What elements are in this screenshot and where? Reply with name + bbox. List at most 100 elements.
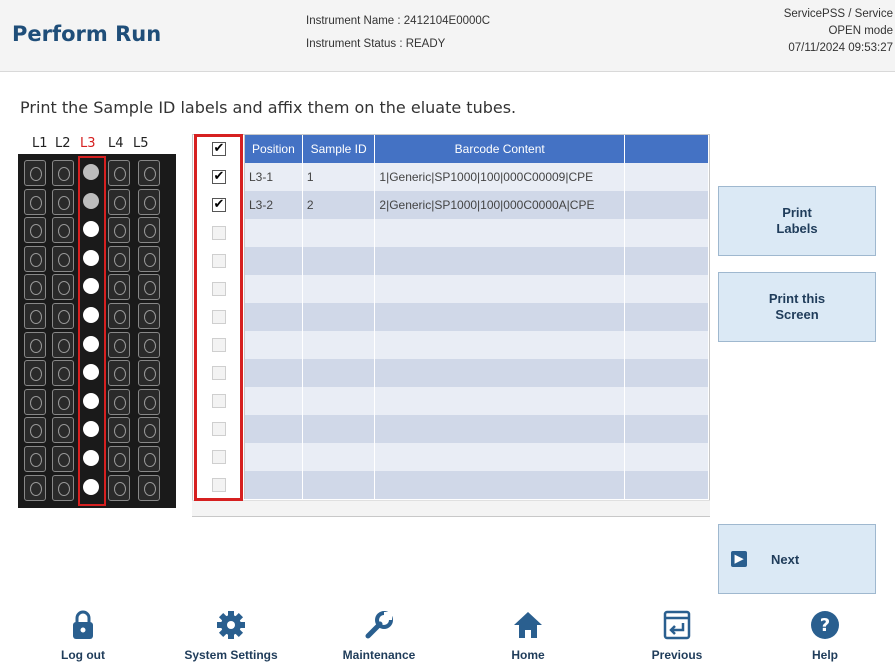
table-cell-extra xyxy=(624,331,709,359)
mode-label: OPEN mode xyxy=(828,25,893,37)
table-cell-extra xyxy=(624,471,709,499)
table-body: L3-111|Generic|SP1000|100|000C00009|CPEL… xyxy=(193,163,709,499)
table-cell-barcode xyxy=(374,387,626,415)
instruction-text: Print the Sample ID labels and affix the… xyxy=(20,98,517,117)
print-labels-button[interactable]: Print Labels xyxy=(718,186,876,256)
table-cell-position xyxy=(244,471,303,499)
user-label: ServicePSS / Service xyxy=(783,8,893,20)
instrument-status: Instrument Status : READY xyxy=(306,38,446,50)
horizontal-scrollbar[interactable] xyxy=(192,500,710,516)
rack-slot xyxy=(108,188,130,215)
rack-slot xyxy=(24,245,46,272)
table-cell-barcode: 2|Generic|SP1000|100|000C0000A|CPE xyxy=(374,191,626,219)
table-cell-barcode xyxy=(374,275,626,303)
table-cell-sample-id: 1 xyxy=(302,163,376,191)
table-cell-barcode xyxy=(374,303,626,331)
table-row[interactable] xyxy=(193,387,709,415)
rack-slot xyxy=(24,446,46,472)
lane-label-l4: L4 xyxy=(108,136,124,151)
bottom-toolbar: Log out System Settings Maintenance Home… xyxy=(0,602,895,664)
table-cell-extra xyxy=(624,191,709,219)
gear-icon xyxy=(166,608,296,642)
rack-lane xyxy=(108,158,130,504)
table-cell-sample-id xyxy=(302,219,376,247)
instrument-name: Instrument Name : 2412104E0000C xyxy=(306,15,491,27)
home-icon xyxy=(463,608,593,642)
logout-label: Log out xyxy=(61,648,105,662)
table-cell-extra xyxy=(624,359,709,387)
table-row[interactable] xyxy=(193,471,709,499)
table-cell-extra xyxy=(624,387,709,415)
column-header-sample-id: Sample ID xyxy=(302,135,376,163)
table-cell-position xyxy=(244,247,303,275)
rack-slot xyxy=(108,303,130,329)
rack-slot xyxy=(24,188,46,215)
session-info: ServicePSS / Service OPEN mode 07/11/202… xyxy=(784,6,893,57)
table-cell-extra xyxy=(624,275,709,303)
table-cell-position xyxy=(244,415,303,443)
print-screen-button[interactable]: Print this Screen xyxy=(718,272,876,342)
rack-lane xyxy=(52,158,74,504)
table-cell-extra xyxy=(624,303,709,331)
rack-slot xyxy=(108,446,130,472)
table-cell-sample-id xyxy=(302,303,376,331)
rack-slot xyxy=(24,274,46,301)
rack-slot xyxy=(138,360,160,387)
home-label: Home xyxy=(511,648,545,662)
rack-slot xyxy=(24,360,46,387)
table-cell-barcode xyxy=(374,415,626,443)
logout-button[interactable]: Log out xyxy=(18,608,148,662)
rack-slot xyxy=(52,274,74,301)
system-settings-button[interactable]: System Settings xyxy=(166,608,296,662)
home-button[interactable]: Home xyxy=(463,608,593,662)
table-row[interactable] xyxy=(193,359,709,387)
rack-slot xyxy=(108,160,130,186)
maintenance-button[interactable]: Maintenance xyxy=(314,608,444,662)
lane-label-l5: L5 xyxy=(133,136,149,151)
table-cell-sample-id xyxy=(302,359,376,387)
rack-slot xyxy=(138,474,160,501)
table-row[interactable]: L3-222|Generic|SP1000|100|000C0000A|CPE xyxy=(193,191,709,219)
rack-slot xyxy=(108,417,130,444)
table-row[interactable] xyxy=(193,219,709,247)
rack-slot xyxy=(24,217,46,244)
table-cell-barcode: 1|Generic|SP1000|100|000C00009|CPE xyxy=(374,163,626,191)
next-button[interactable]: ▶ Next xyxy=(718,524,876,594)
table-row[interactable] xyxy=(193,303,709,331)
lane-label-l3: L3 xyxy=(80,136,96,151)
table-row[interactable] xyxy=(193,443,709,471)
table-cell-extra xyxy=(624,163,709,191)
table-cell-position: L3-2 xyxy=(244,191,303,219)
table-cell-sample-id xyxy=(302,471,376,499)
table-cell-position xyxy=(244,387,303,415)
table-row[interactable] xyxy=(193,275,709,303)
table-row[interactable] xyxy=(193,415,709,443)
table-cell-sample-id xyxy=(302,387,376,415)
rack-slot xyxy=(52,160,74,186)
rack-slot xyxy=(24,474,46,501)
table-cell-barcode xyxy=(374,247,626,275)
rack-slot xyxy=(52,303,74,329)
rack-slot xyxy=(52,217,74,244)
table-row[interactable]: L3-111|Generic|SP1000|100|000C00009|CPE xyxy=(193,163,709,191)
rack-slot xyxy=(138,417,160,444)
rack-slot xyxy=(108,274,130,301)
previous-icon xyxy=(612,608,742,642)
table-cell-position xyxy=(244,219,303,247)
table-row[interactable] xyxy=(193,247,709,275)
table-cell-position xyxy=(244,443,303,471)
rack-slot xyxy=(24,388,46,415)
previous-button[interactable]: Previous xyxy=(612,608,742,662)
system-settings-label: System Settings xyxy=(184,648,278,662)
table-cell-sample-id xyxy=(302,275,376,303)
rack-slot xyxy=(52,474,74,501)
help-label: Help xyxy=(811,648,838,662)
rack-slot xyxy=(24,331,46,358)
table-cell-sample-id: 2 xyxy=(302,191,376,219)
rack-slot xyxy=(108,331,130,358)
help-button[interactable]: ? Help xyxy=(760,608,890,662)
rack-slot xyxy=(138,331,160,358)
rack-slot xyxy=(138,388,160,415)
table-cell-position xyxy=(244,303,303,331)
table-row[interactable] xyxy=(193,331,709,359)
